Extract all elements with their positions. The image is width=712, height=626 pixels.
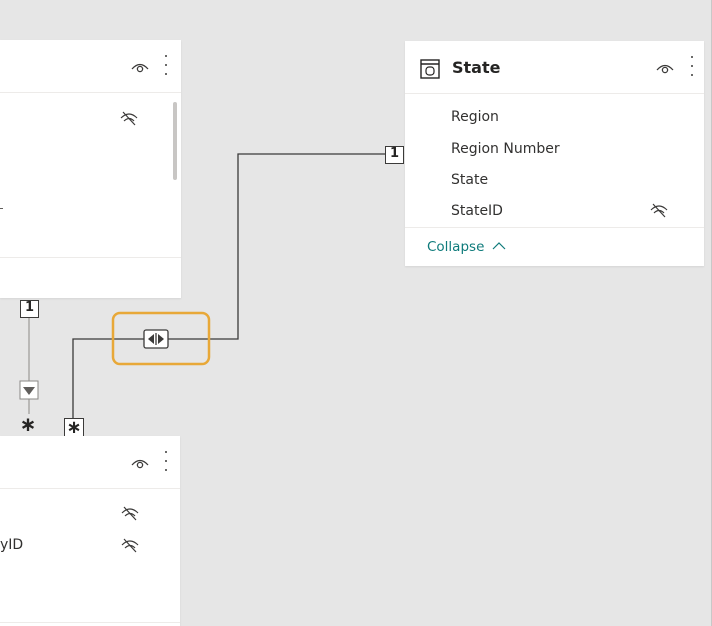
- many-cardinality-right: ∗: [64, 418, 84, 438]
- table-title: State: [452, 58, 501, 77]
- cross-filter-line: [72, 338, 144, 418]
- table-icon: [420, 59, 440, 79]
- more-options-icon[interactable]: [163, 55, 169, 75]
- more-options-icon[interactable]: [689, 56, 695, 76]
- single-filter-arrow-icon: [19, 380, 39, 400]
- field-region-number[interactable]: Region Number: [451, 141, 560, 157]
- left-edge-tick: [0, 208, 3, 209]
- hidden-eye-icon: [121, 538, 139, 553]
- state-table-card[interactable]: State Region Region Number State StateID…: [405, 41, 704, 266]
- collapse-label: Collapse: [427, 239, 485, 255]
- hidden-eye-icon: [650, 203, 668, 218]
- field-partial-id[interactable]: yID: [0, 537, 23, 553]
- table-card-top-left[interactable]: [0, 40, 181, 298]
- left-one-cardinality: 1: [20, 300, 39, 318]
- hidden-eye-icon: [121, 506, 139, 521]
- table-card-bottom-left[interactable]: yID: [0, 436, 180, 626]
- field-state[interactable]: State: [451, 172, 488, 188]
- card-header: [0, 40, 181, 93]
- visibility-eye-icon[interactable]: [655, 61, 675, 75]
- many-cardinality-left: ∗: [19, 412, 37, 436]
- model-view-canvas[interactable]: 1 1 ∗ ∗ State Region Region Number State…: [0, 0, 712, 626]
- field-stateid[interactable]: StateID: [451, 203, 503, 219]
- card-divider: [0, 257, 181, 258]
- chevron-up-icon: [492, 242, 506, 250]
- visibility-eye-icon[interactable]: [130, 456, 150, 470]
- field-region[interactable]: Region: [451, 109, 499, 125]
- card-header: [0, 436, 180, 489]
- more-options-icon[interactable]: [163, 451, 169, 471]
- card-divider: [405, 227, 704, 228]
- state-relationship-line: [168, 153, 385, 340]
- hidden-eye-icon: [120, 111, 138, 126]
- collapse-link[interactable]: Collapse: [427, 239, 506, 255]
- visibility-eye-icon[interactable]: [130, 60, 150, 74]
- card-divider: [0, 622, 180, 623]
- scrollbar[interactable]: [173, 102, 177, 180]
- state-one-cardinality: 1: [385, 146, 404, 164]
- bidirectional-filter-icon: [143, 329, 169, 349]
